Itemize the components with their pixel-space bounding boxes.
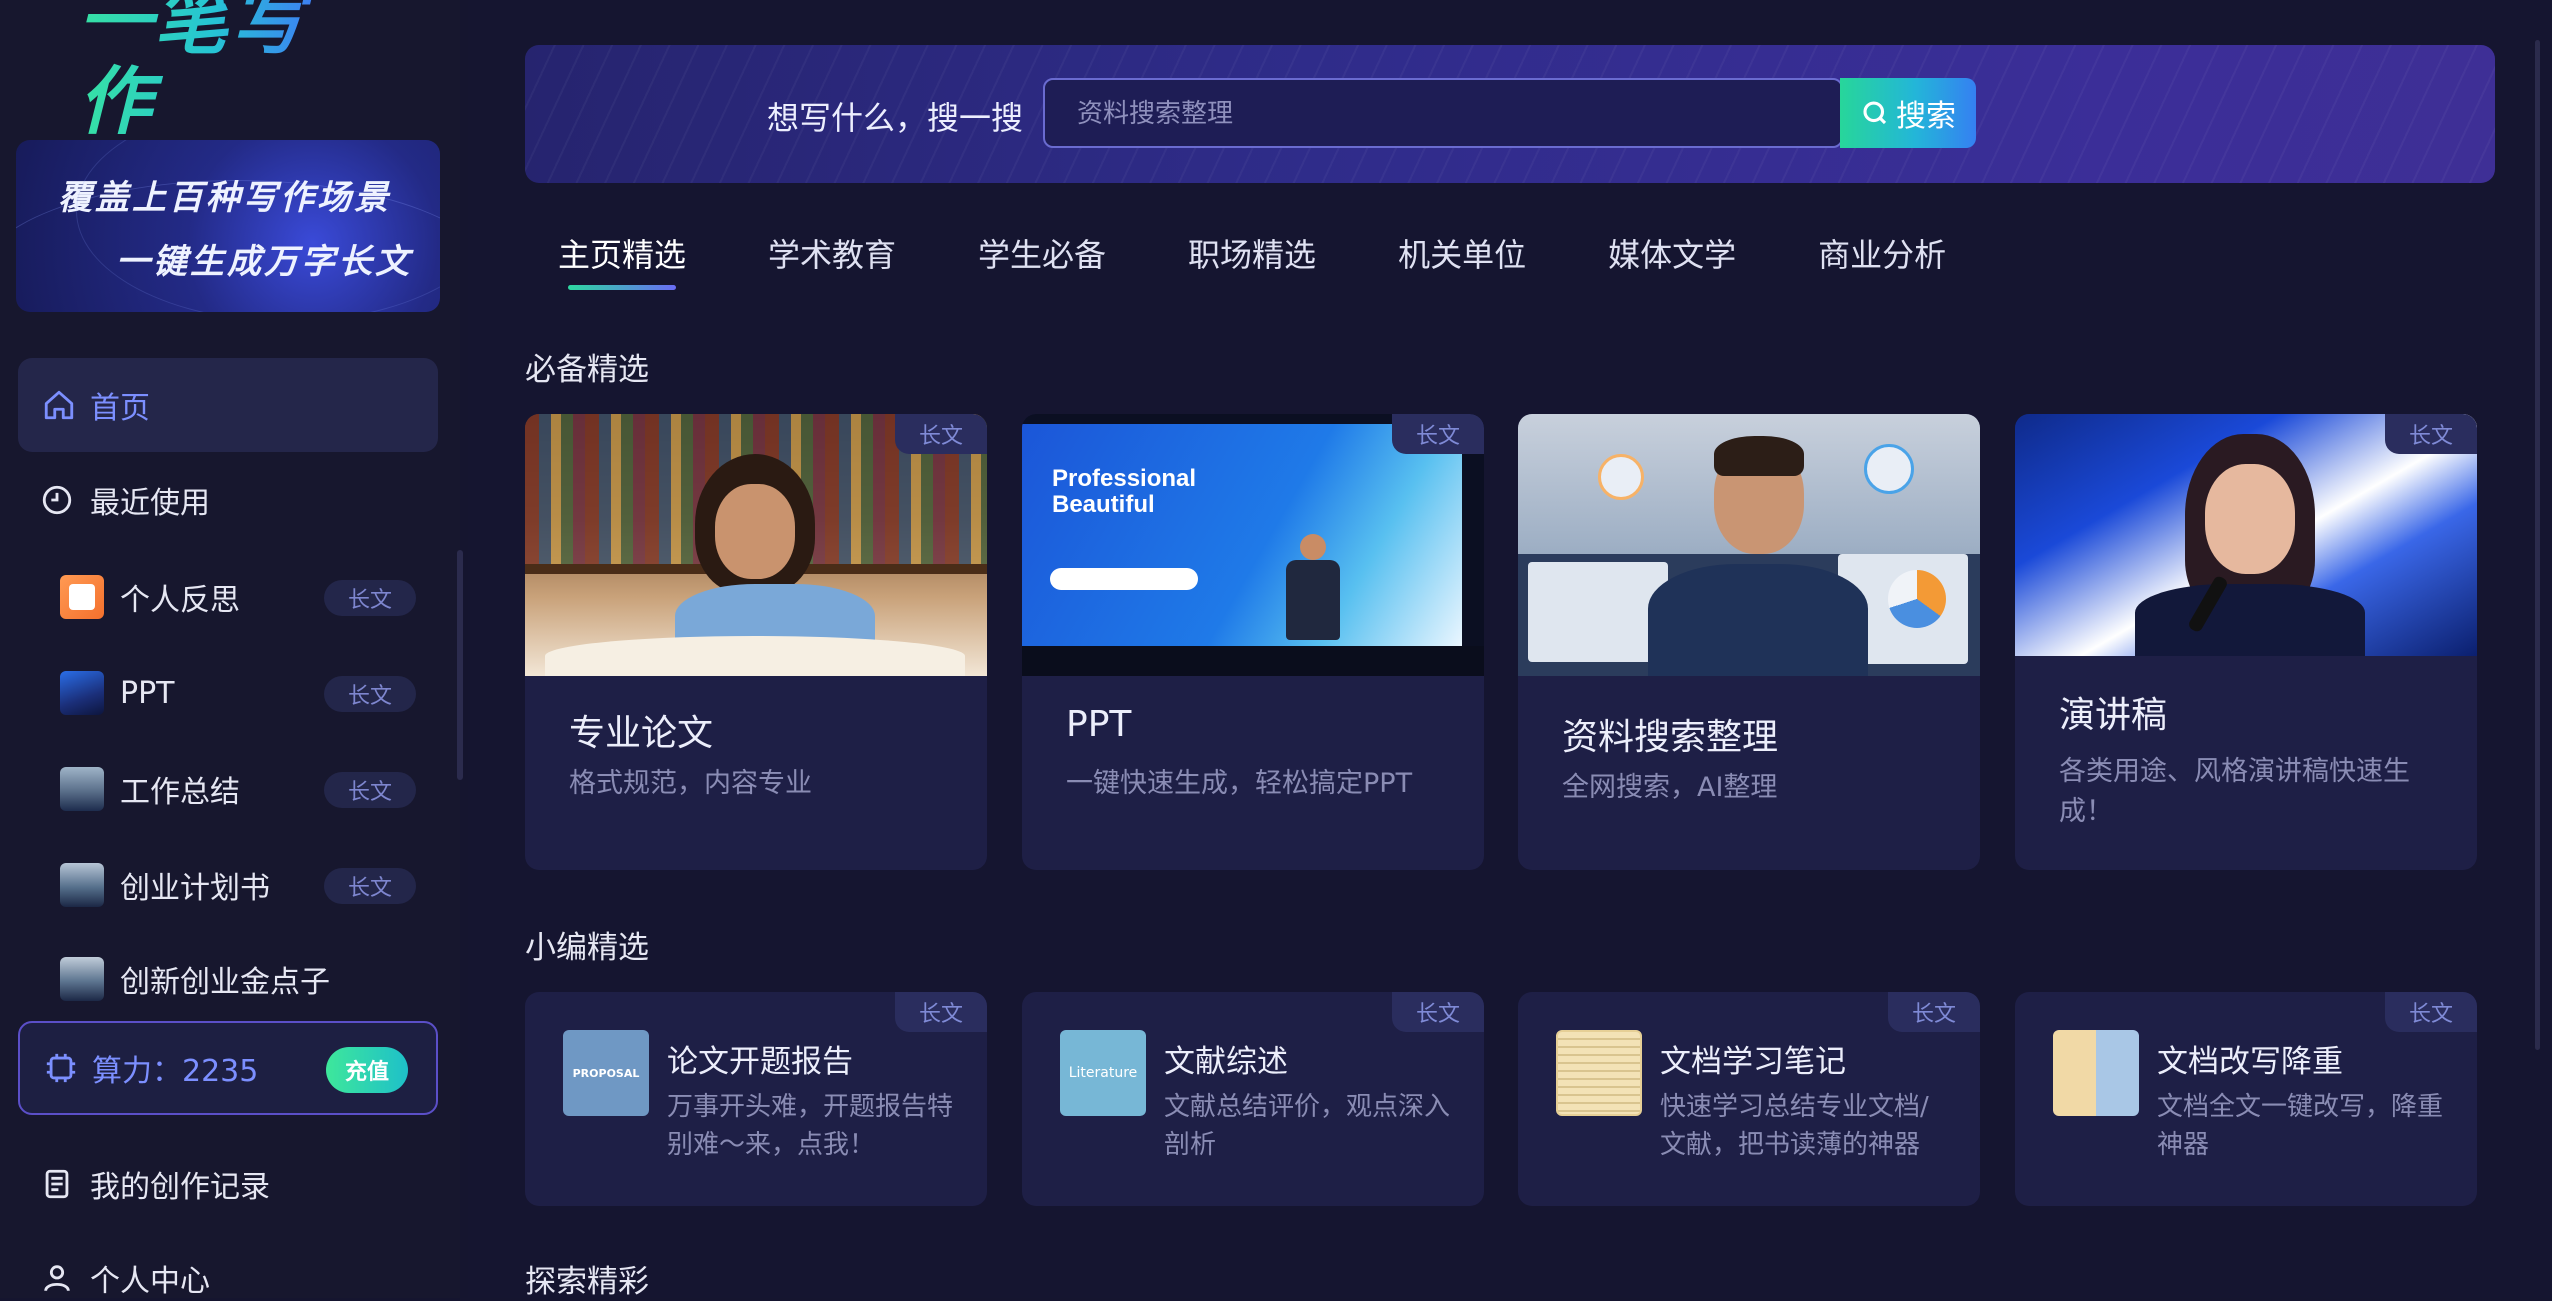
card-title: 文档改写降重 (2157, 1044, 2343, 1080)
recent-item-label: PPT (120, 675, 175, 711)
idea-thumbnail (60, 957, 104, 1001)
rewrite-thumbnail (2053, 1030, 2139, 1116)
recent-item[interactable]: 工作总结 长文 (60, 764, 416, 814)
compute-points-value: 算力：2235 (92, 1054, 259, 1089)
category-tabs: 主页精选 学术教育 学生必备 职场精选 机关单位 媒体文学 商业分析 (558, 230, 2028, 290)
proposal-thumbnail: PROPOSAL (563, 1030, 649, 1116)
recent-item[interactable]: 创业计划书 长文 (60, 860, 416, 910)
search-banner: 想写什么，搜一搜 搜索 (525, 45, 2495, 183)
editor-pick-card[interactable]: 长文 文档改写降重 文档全文一键改写，降重神器 (2015, 992, 2477, 1206)
search-prompt: 想写什么，搜一搜 (767, 99, 1024, 137)
section-title-explore: 探索精彩 (525, 1264, 649, 1300)
card-title: 资料搜索整理 (1562, 717, 1779, 758)
sidebar-item-records[interactable]: 我的创作记录 (40, 1162, 270, 1206)
card-title: PPT (1066, 704, 1132, 745)
recharge-button[interactable]: 充值 (326, 1047, 408, 1093)
reflection-icon (60, 575, 104, 619)
long-text-tag: 长文 (324, 868, 416, 904)
recent-item-label: 个人反思 (120, 583, 240, 618)
card-image-data-analyst (1518, 414, 1980, 676)
card-title: 文献综述 (1164, 1044, 1288, 1080)
clock-icon (42, 485, 72, 515)
long-text-tag: 长文 (324, 772, 416, 808)
recent-item-label: 创新创业金点子 (120, 965, 330, 1000)
sidebar-item-recent[interactable]: 最近使用 (40, 478, 210, 522)
app-logo[interactable]: 一笔写作 (78, 0, 378, 142)
work-summary-thumbnail (60, 767, 104, 811)
section-title-featured: 必备精选 (525, 352, 649, 388)
card-description: 全网搜索，AI整理 (1562, 772, 1778, 803)
tab-academic[interactable]: 学术教育 (768, 230, 896, 290)
card-description: 格式规范，内容专业 (569, 768, 812, 799)
recent-item-label: 创业计划书 (120, 871, 270, 906)
long-text-badge: 长文 (2385, 992, 2477, 1032)
sidebar-item-label: 最近使用 (90, 486, 210, 521)
card-description: 一键快速生成，轻松搞定PPT (1066, 768, 1413, 799)
search-button-label: 搜索 (1896, 99, 1956, 134)
tab-media-literature[interactable]: 媒体文学 (1608, 230, 1736, 290)
business-plan-thumbnail (60, 863, 104, 907)
chip-icon (46, 1053, 76, 1083)
long-text-badge: 长文 (2385, 414, 2477, 454)
sidebar-item-label: 我的创作记录 (90, 1170, 270, 1205)
sidebar-item-label: 首页 (90, 391, 150, 426)
tab-home-featured[interactable]: 主页精选 (558, 230, 686, 290)
card-description: 文档全文一键改写，降重神器 (2157, 1092, 2444, 1160)
promo-banner[interactable]: 覆盖上百种写作场景 一键生成万字长文 (16, 140, 440, 312)
tab-workplace[interactable]: 职场精选 (1188, 230, 1316, 290)
sidebar-item-profile[interactable]: 个人中心 (40, 1256, 210, 1300)
long-text-badge: 长文 (1392, 414, 1484, 454)
search-box (1043, 78, 1843, 148)
search-button[interactable]: 搜索 (1840, 78, 1976, 148)
tab-student[interactable]: 学生必备 (978, 230, 1106, 290)
long-text-badge: 长文 (895, 414, 987, 454)
compute-points-panel: 算力：2235 充值 (18, 1021, 438, 1115)
card-title: 专业论文 (569, 713, 714, 754)
editor-pick-card[interactable]: 长文 文档学习笔记 快速学习总结专业文档/文献，把书读薄的神器 (1518, 992, 1980, 1206)
sidebar-item-label: 个人中心 (90, 1264, 210, 1299)
card-title: 论文开题报告 (667, 1044, 853, 1080)
search-icon (1863, 101, 1887, 125)
slide-heading: Professional Beautiful (1052, 465, 1197, 518)
card-description: 各类用途、风格演讲稿快速生成！ (2059, 756, 2410, 827)
long-text-tag: 长文 (324, 580, 416, 616)
featured-card[interactable]: Professional Beautiful 长文 PPT 一键快速生成，轻松搞… (1022, 414, 1484, 870)
section-title-editor-picks: 小编精选 (525, 930, 649, 966)
featured-card[interactable]: 资料搜索整理 全网搜索，AI整理 (1518, 414, 1980, 870)
recent-item-label: 工作总结 (120, 775, 240, 810)
featured-card[interactable]: 长文 演讲稿 各类用途、风格演讲稿快速生成！ (2015, 414, 2477, 870)
long-text-tag: 长文 (324, 676, 416, 712)
home-icon (44, 390, 74, 420)
long-text-badge: 长文 (895, 992, 987, 1032)
recent-item[interactable]: 创新创业金点子 (60, 954, 416, 1004)
tab-government[interactable]: 机关单位 (1398, 230, 1526, 290)
notes-thumbnail (1556, 1030, 1642, 1116)
logo-text: 一笔写作 (78, 0, 378, 142)
featured-card[interactable]: 长文 专业论文 格式规范，内容专业 (525, 414, 987, 870)
sidebar: 一笔写作 覆盖上百种写作场景 一键生成万字长文 首页 最近使用 个人反思 长文 … (0, 0, 460, 1300)
card-description: 文献总结评价，观点深入剖析 (1164, 1092, 1451, 1160)
card-title: 文档学习笔记 (1660, 1044, 1846, 1080)
banner-line-1: 覆盖上百种写作场景 (58, 178, 391, 218)
search-input[interactable] (1075, 80, 1819, 148)
card-description: 万事开头难，开题报告特别难～来，点我！ (667, 1092, 954, 1160)
literature-thumbnail: Literature (1060, 1030, 1146, 1116)
long-text-badge: 长文 (1392, 992, 1484, 1032)
main-scrollbar[interactable] (2535, 40, 2540, 1050)
user-icon (44, 1265, 70, 1292)
editor-pick-card[interactable]: Literature 长文 文献综述 文献总结评价，观点深入剖析 (1022, 992, 1484, 1206)
long-text-badge: 长文 (1888, 992, 1980, 1032)
ppt-thumbnail (60, 671, 104, 715)
recent-item[interactable]: 个人反思 长文 (60, 572, 416, 622)
tab-business[interactable]: 商业分析 (1818, 230, 1946, 290)
card-title: 演讲稿 (2059, 695, 2168, 736)
card-description: 快速学习总结专业文档/文献，把书读薄的神器 (1660, 1092, 1929, 1160)
editor-pick-card[interactable]: PROPOSAL 长文 论文开题报告 万事开头难，开题报告特别难～来，点我！ (525, 992, 987, 1206)
banner-line-2: 一键生成万字长文 (116, 242, 412, 282)
document-icon (45, 1169, 69, 1199)
recent-item[interactable]: PPT 长文 (60, 668, 416, 718)
sidebar-item-home[interactable]: 首页 (18, 358, 438, 452)
sidebar-scrollbar[interactable] (457, 550, 463, 780)
